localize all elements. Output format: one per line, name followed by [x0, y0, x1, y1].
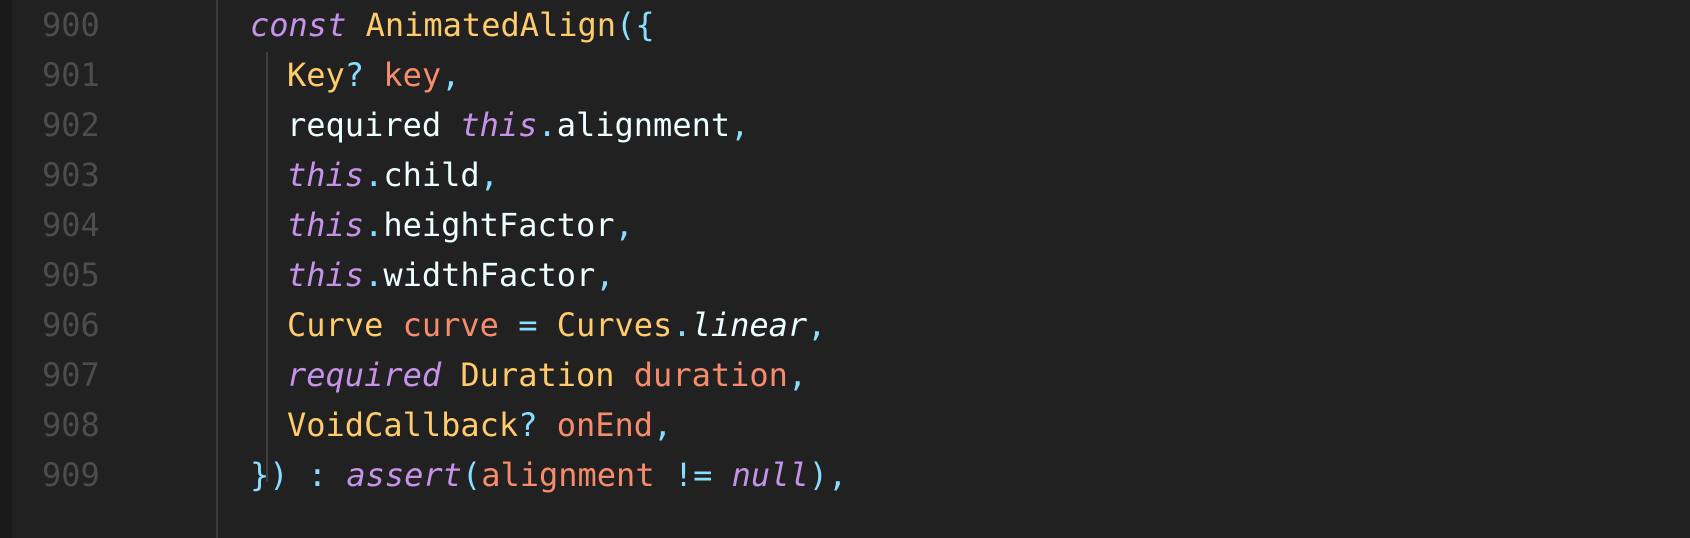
code-token: onEnd	[556, 406, 654, 444]
code-token: required	[287, 356, 442, 394]
code-token: ?	[518, 406, 538, 444]
code-token: this	[287, 156, 365, 194]
code-token: .	[364, 156, 384, 194]
code-token: Curve	[287, 306, 384, 344]
line-number: 907	[42, 356, 100, 394]
code-token: ?	[344, 56, 365, 94]
code-token: ,	[730, 106, 750, 144]
code-token: Key	[287, 56, 345, 94]
code-token: const	[250, 6, 347, 44]
code-line[interactable]: 907 required Duration duration,	[0, 348, 1690, 402]
code-editor[interactable]: 900 const AnimatedAlign({ 901 Key? key, 902 r…	[0, 0, 1690, 538]
code-token: duration	[633, 356, 788, 394]
code-line[interactable]: 901 Key? key,	[0, 48, 1690, 102]
code-token: ({	[616, 6, 655, 44]
code-token: null	[731, 456, 809, 494]
code-token: AnimatedAlign	[365, 6, 617, 44]
line-number: 903	[42, 156, 100, 194]
code-token: .	[537, 106, 557, 144]
code-token: VoidCallback	[287, 406, 519, 444]
code-line[interactable]: 909}) : assert(alignment != null),	[0, 448, 1690, 502]
code-token: this	[460, 106, 538, 144]
line-number: 908	[42, 406, 100, 444]
line-number: 909	[42, 456, 100, 494]
code-token: required	[287, 106, 442, 144]
code-line[interactable]: 904 this.heightFactor,	[0, 198, 1690, 252]
code-token: linear	[691, 306, 808, 344]
code-token: widthFactor	[383, 256, 596, 294]
code-token: ,	[479, 156, 499, 194]
code-token: Duration	[460, 356, 615, 394]
code-token: Curves	[556, 306, 673, 344]
code-text: Key? key,	[287, 48, 460, 102]
code-token: heightFactor	[383, 206, 615, 244]
code-text: }) : assert(alignment != null),	[250, 448, 847, 502]
code-line[interactable]: 900 const AnimatedAlign({	[0, 0, 1690, 52]
code-text: required Duration duration,	[287, 348, 807, 402]
code-text: this.child,	[287, 148, 499, 202]
code-text: VoidCallback? onEnd,	[287, 398, 672, 452]
code-token: ,	[807, 306, 827, 344]
line-number: 905	[42, 256, 100, 294]
code-text: this.heightFactor,	[287, 198, 634, 252]
code-token: ,	[595, 256, 615, 294]
code-token: ),	[808, 456, 848, 494]
code-token: :	[307, 456, 328, 494]
code-token: })	[250, 456, 289, 494]
line-number: 904	[42, 206, 100, 244]
code-text: this.widthFactor,	[287, 248, 615, 302]
code-line[interactable]: 906 Curve curve = Curves.linear,	[0, 298, 1690, 352]
line-number: 901	[42, 56, 100, 94]
code-line[interactable]: 908 VoidCallback? onEnd,	[0, 398, 1690, 452]
code-token: assert	[346, 456, 462, 494]
line-number: 906	[42, 306, 100, 344]
code-token: .	[672, 306, 692, 344]
code-token: ,	[441, 56, 461, 94]
line-number: 900	[42, 6, 100, 44]
code-text: const AnimatedAlign({	[250, 0, 655, 52]
code-token: !=	[673, 456, 713, 494]
code-token: ,	[787, 356, 808, 394]
code-token: curve	[402, 306, 499, 344]
code-token: .	[364, 206, 384, 244]
code-text: required this.alignment,	[287, 98, 749, 152]
code-token: ,	[614, 206, 634, 244]
line-number: 902	[42, 106, 100, 144]
code-line[interactable]: 902 required this.alignment,	[0, 98, 1690, 152]
code-text: Curve curve = Curves.linear,	[287, 298, 826, 352]
code-token: (	[461, 456, 482, 494]
code-token: key	[383, 56, 442, 94]
code-token: this	[287, 256, 365, 294]
code-token: alignment	[481, 456, 655, 494]
code-token: =	[518, 306, 538, 344]
code-token: child	[383, 156, 480, 194]
code-token: alignment	[556, 106, 731, 144]
code-line[interactable]: 905 this.widthFactor,	[0, 248, 1690, 302]
code-token: ,	[653, 406, 673, 444]
code-token: .	[364, 256, 384, 294]
code-token: this	[287, 206, 365, 244]
code-line[interactable]: 903 this.child,	[0, 148, 1690, 202]
